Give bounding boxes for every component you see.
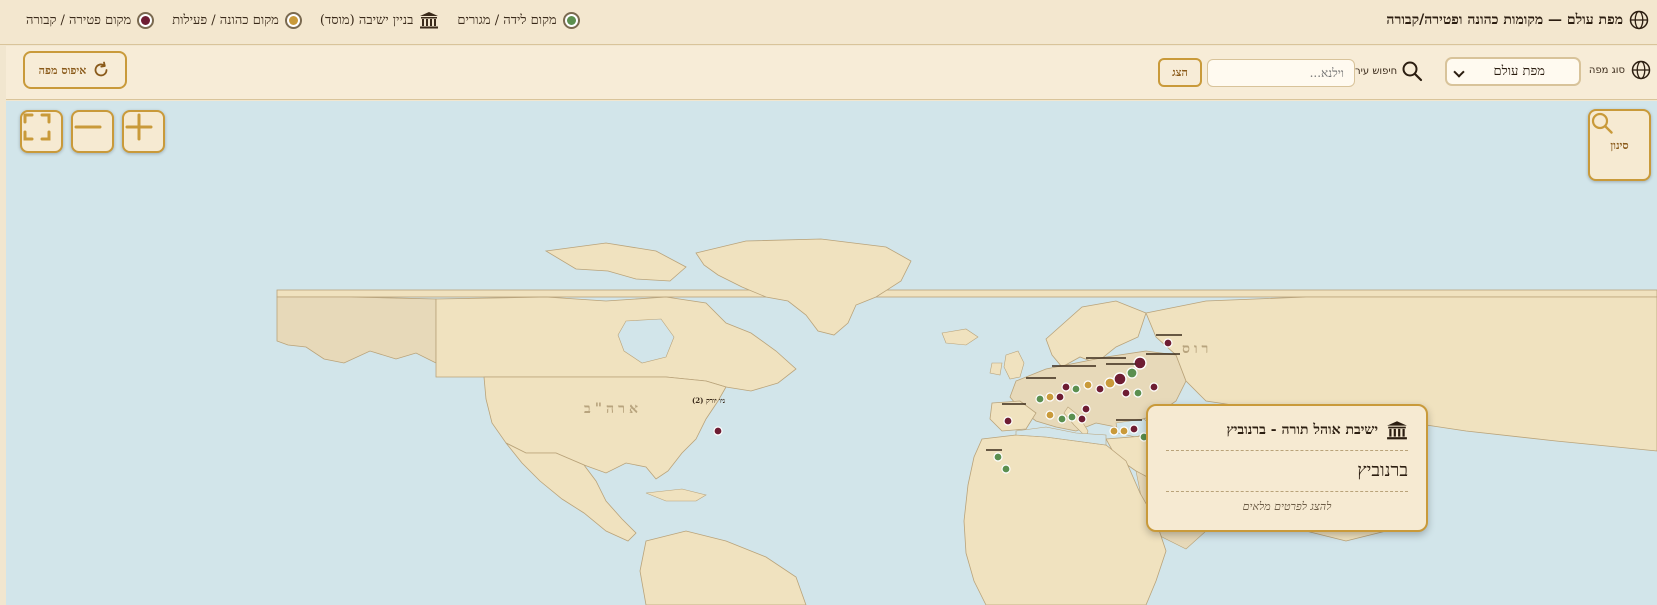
map-marker[interactable]: [1149, 382, 1159, 392]
map-marker[interactable]: [993, 452, 1003, 462]
map-marker[interactable]: [1045, 392, 1055, 402]
chevron-down-icon: [1453, 66, 1465, 78]
popup-title: ישיבת אוהל תורה - ברנוביץ: [1226, 421, 1378, 438]
map-marker[interactable]: [1163, 338, 1173, 348]
legend-birth-label: מקום לידה / מגורים: [457, 13, 557, 28]
maroon-dot-icon: [137, 11, 155, 29]
landmass-iceland: [941, 328, 979, 346]
map-marker[interactable]: [1083, 380, 1093, 390]
landmass-usa: [483, 376, 727, 480]
map-marker[interactable]: [1045, 410, 1055, 420]
legend-death[interactable]: מקום פטירה / קבורה: [26, 11, 155, 29]
map-marker[interactable]: [1109, 426, 1119, 436]
marker-label-new-york: (2) ניו יורק: [692, 396, 726, 405]
map-type-select[interactable]: מפת עולם: [1445, 57, 1581, 86]
reset-map-button[interactable]: איפוס מפה: [23, 51, 127, 89]
popup-divider: [1166, 491, 1408, 492]
fullscreen-icon: [23, 113, 51, 141]
popup-city: ברנוביץ: [1357, 460, 1408, 481]
map-marker[interactable]: [1095, 384, 1105, 394]
legend-office-label: מקום כהונה / פעילות: [172, 13, 279, 28]
city-search-group: חיפוש עיר: [1355, 60, 1423, 82]
search-icon: [1591, 112, 1613, 134]
globe-icon: [1629, 10, 1649, 30]
page-title: מפת עולם — מקומות כהונה ופטירה/קבורה: [1386, 11, 1623, 28]
location-popup: ישיבת אוהל תורה - ברנוביץ ברנוביץ להצג ל…: [1146, 404, 1428, 532]
city-search-label: חיפוש עיר: [1355, 65, 1398, 77]
refresh-icon: [94, 61, 108, 77]
header-bar: מפת עולם — מקומות כהונה ופטירה/קבורה מקו…: [0, 0, 1657, 45]
map-type-group: סוג מפה: [1589, 60, 1651, 80]
legend-birth[interactable]: מקום לידה / מגורים: [457, 11, 580, 29]
map-marker[interactable]: [1113, 372, 1127, 386]
legend-yeshiva[interactable]: בניין ישיבה (מוסד): [320, 11, 439, 29]
plus-icon: [125, 113, 153, 141]
map-marker[interactable]: [713, 426, 723, 436]
region-label-russia: רוס: [1182, 341, 1213, 357]
map-marker[interactable]: [1067, 412, 1077, 422]
map-marker[interactable]: [1081, 404, 1091, 414]
globe-icon: [1631, 60, 1651, 80]
building-icon: [420, 12, 439, 29]
map-marker[interactable]: [1071, 384, 1081, 394]
landmass-caribbean: [645, 488, 707, 502]
map-marker[interactable]: [1055, 392, 1065, 402]
map-type-label: סוג מפה: [1588, 64, 1625, 76]
map-legend: מקום לידה / מגורים בניין ישיבה (מוסד) מק…: [26, 11, 580, 29]
landmass-arctic-islands: [544, 242, 687, 282]
map-marker[interactable]: [1133, 388, 1143, 398]
zoom-out-button[interactable]: [71, 110, 114, 153]
map-marker[interactable]: [1001, 464, 1011, 474]
search-icon: [1402, 61, 1423, 82]
map-marker[interactable]: [1129, 424, 1139, 434]
landmass-south-america: [639, 530, 807, 605]
map-marker[interactable]: [1126, 367, 1138, 379]
map-toolbar: סוג מפה מפת עולם חיפוש עיר הצג איפוס מפה: [6, 46, 1657, 100]
map-edge-band: [276, 289, 1657, 298]
reset-map-label: איפוס מפה: [38, 63, 87, 77]
map-marker[interactable]: [1121, 388, 1131, 398]
landmass-british-isles: [989, 350, 1025, 380]
usa-marker-group[interactable]: [713, 426, 723, 436]
map-marker[interactable]: [1077, 414, 1087, 424]
zoom-in-button[interactable]: [122, 110, 165, 153]
map-marker[interactable]: [1003, 416, 1013, 426]
legend-yeshiva-label: בניין ישיבה (מוסד): [319, 13, 414, 28]
fullscreen-button[interactable]: [20, 110, 63, 153]
green-dot-icon: [562, 11, 580, 29]
filter-label: סינון: [1610, 138, 1629, 152]
gold-dot-icon: [284, 11, 302, 29]
map-marker[interactable]: [1119, 426, 1129, 436]
popup-divider: [1166, 450, 1408, 451]
map-type-value: מפת עולם: [1493, 64, 1545, 79]
landmass-greenland: [695, 238, 912, 336]
map-marker[interactable]: [1035, 394, 1045, 404]
legend-office[interactable]: מקום כהונה / פעילות: [172, 11, 302, 29]
popup-more-link[interactable]: להצג לפרטים מלאים: [1166, 500, 1408, 513]
region-label-usa: ארה"ב: [584, 401, 642, 417]
filter-button[interactable]: סינון: [1588, 109, 1651, 181]
popup-header: ישיבת אוהל תורה - ברנוביץ: [1166, 418, 1408, 442]
building-icon: [1387, 421, 1407, 440]
minus-icon: [74, 125, 102, 129]
header-title-wrap: מפת עולם — מקומות כהונה ופטירה/קבורה: [1386, 10, 1649, 30]
map-marker[interactable]: [1057, 414, 1067, 424]
city-search-input[interactable]: [1207, 59, 1355, 87]
landmass-alaska: [276, 296, 437, 364]
legend-death-label: מקום פטירה / קבורה: [26, 13, 132, 28]
map-marker[interactable]: [1061, 382, 1071, 392]
show-city-button[interactable]: הצג: [1158, 58, 1202, 87]
